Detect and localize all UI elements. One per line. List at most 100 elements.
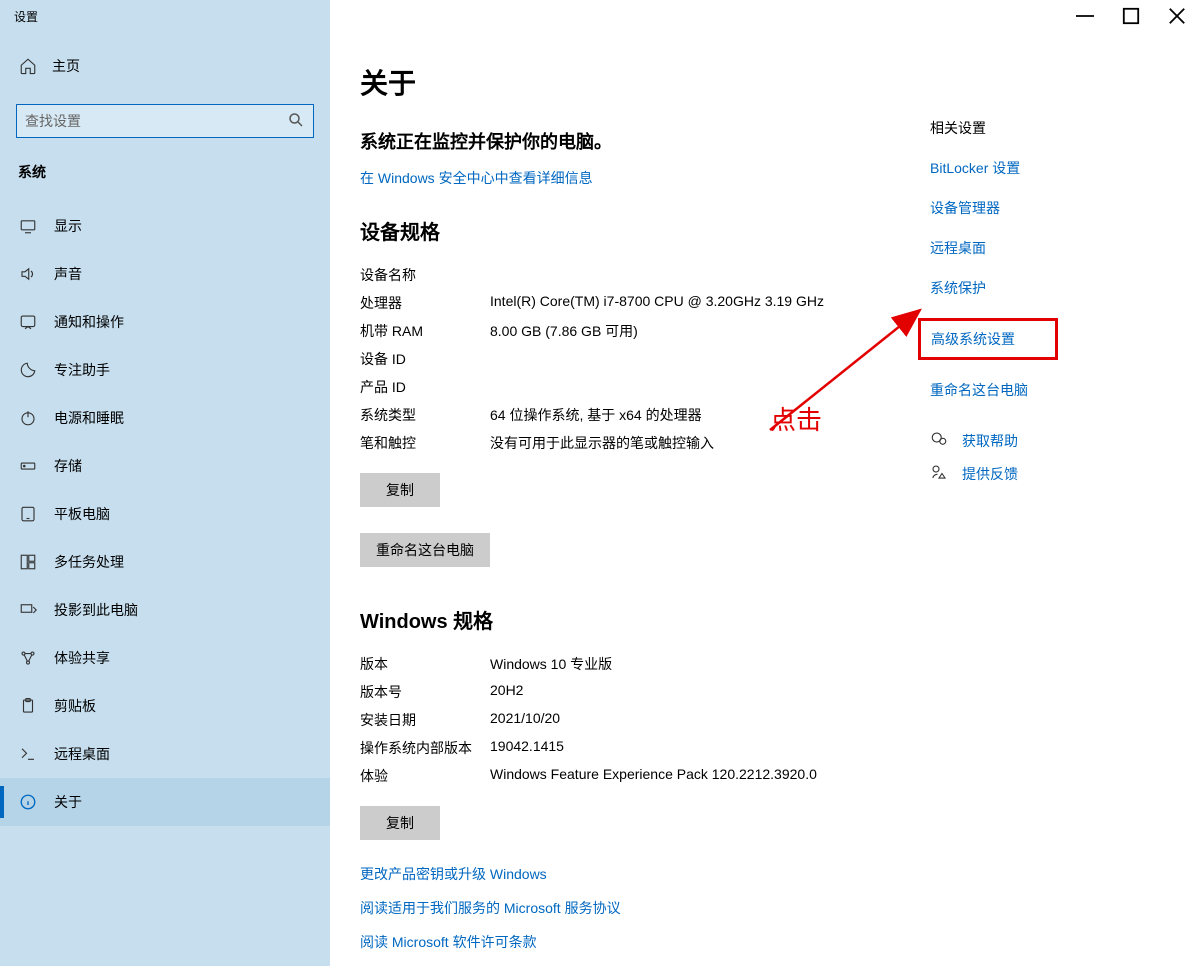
sidebar-item-notifications[interactable]: 通知和操作: [0, 298, 330, 346]
nav-label: 专注助手: [54, 360, 110, 380]
spec-value: 20H2: [490, 682, 910, 702]
nav-label: 平板电脑: [54, 504, 110, 524]
sidebar-section-label: 系统: [0, 156, 330, 192]
search-input[interactable]: [25, 113, 287, 129]
search-box[interactable]: [16, 104, 314, 138]
sidebar: 主页 系统 显示 声音: [0, 32, 330, 966]
minimize-icon: [1076, 7, 1094, 25]
spec-row: 笔和触控没有可用于此显示器的笔或触控输入: [360, 429, 910, 457]
spec-label: 笔和触控: [360, 433, 490, 453]
nav-label: 电源和睡眠: [54, 408, 124, 428]
spec-value: [490, 349, 910, 369]
spec-row: 版本Windows 10 专业版: [360, 650, 910, 678]
nav-label: 声音: [54, 264, 82, 284]
copy-device-spec-button[interactable]: 复制: [360, 473, 440, 507]
related-panel: 相关设置 BitLocker 设置 设备管理器 远程桌面 系统保护 高级系统设置…: [910, 62, 1190, 966]
spec-value: 8.00 GB (7.86 GB 可用): [490, 321, 910, 341]
product-key-link[interactable]: 更改产品密钥或升级 Windows: [360, 864, 910, 884]
spec-row: 产品 ID: [360, 373, 910, 401]
nav-label: 远程桌面: [54, 744, 110, 764]
home-icon: [18, 56, 38, 76]
close-button[interactable]: [1154, 0, 1200, 32]
sidebar-item-tablet[interactable]: 平板电脑: [0, 490, 330, 538]
display-icon: [18, 216, 38, 236]
sidebar-home[interactable]: 主页: [0, 46, 330, 86]
protect-heading: 系统正在监控并保护你的电脑。: [360, 128, 910, 154]
sidebar-item-clipboard[interactable]: 剪贴板: [0, 682, 330, 730]
spec-row: 操作系统内部版本19042.1415: [360, 734, 910, 762]
tablet-icon: [18, 504, 38, 524]
spec-row: 安装日期2021/10/20: [360, 706, 910, 734]
sound-icon: [18, 264, 38, 284]
rename-pc-button[interactable]: 重命名这台电脑: [360, 533, 490, 567]
related-rename-pc[interactable]: 重命名这台电脑: [930, 380, 1190, 400]
nav-label: 存储: [54, 456, 82, 476]
sidebar-item-shared[interactable]: 体验共享: [0, 634, 330, 682]
window-title: 设置: [14, 8, 38, 25]
sidebar-item-about[interactable]: 关于: [0, 778, 330, 826]
related-bitlocker[interactable]: BitLocker 设置: [930, 158, 1190, 178]
focus-icon: [18, 360, 38, 380]
project-icon: [18, 600, 38, 620]
spec-label: 设备名称: [360, 265, 490, 285]
about-icon: [18, 792, 38, 812]
sidebar-item-sound[interactable]: 声音: [0, 250, 330, 298]
spec-label: 机带 RAM: [360, 321, 490, 341]
license-terms-link[interactable]: 阅读 Microsoft 软件许可条款: [360, 932, 910, 952]
spec-label: 安装日期: [360, 710, 490, 730]
spec-value: [490, 377, 910, 397]
remote-icon: [18, 744, 38, 764]
related-advanced-system[interactable]: 高级系统设置: [918, 318, 1058, 360]
sidebar-item-storage[interactable]: 存储: [0, 442, 330, 490]
nav-label: 剪贴板: [54, 696, 96, 716]
copy-windows-spec-button[interactable]: 复制: [360, 806, 440, 840]
annotation-text: 点击: [770, 400, 822, 437]
search-icon: [287, 111, 305, 132]
spec-label: 操作系统内部版本: [360, 738, 490, 758]
clipboard-icon: [18, 696, 38, 716]
spec-label: 产品 ID: [360, 377, 490, 397]
help-icon: [930, 430, 948, 451]
spec-label: 设备 ID: [360, 349, 490, 369]
sidebar-item-multitask[interactable]: 多任务处理: [0, 538, 330, 586]
feedback-link[interactable]: 提供反馈: [962, 464, 1018, 484]
nav-label: 多任务处理: [54, 552, 124, 572]
security-center-link[interactable]: 在 Windows 安全中心中查看详细信息: [360, 168, 910, 188]
spec-row: 体验Windows Feature Experience Pack 120.22…: [360, 762, 910, 790]
page-title: 关于: [360, 62, 910, 102]
multitask-icon: [18, 552, 38, 572]
spec-label: 处理器: [360, 293, 490, 313]
spec-row: 设备 ID: [360, 345, 910, 373]
sidebar-item-focus[interactable]: 专注助手: [0, 346, 330, 394]
spec-value: Windows Feature Experience Pack 120.2212…: [490, 766, 910, 786]
spec-row: 机带 RAM8.00 GB (7.86 GB 可用): [360, 317, 910, 345]
maximize-button[interactable]: [1108, 0, 1154, 32]
nav-label: 关于: [54, 792, 82, 812]
spec-row: 设备名称: [360, 261, 910, 289]
spec-row: 版本号20H2: [360, 678, 910, 706]
sidebar-item-remote[interactable]: 远程桌面: [0, 730, 330, 778]
spec-value: [490, 265, 910, 285]
related-device-manager[interactable]: 设备管理器: [930, 198, 1190, 218]
sidebar-item-power[interactable]: 电源和睡眠: [0, 394, 330, 442]
windows-spec-title: Windows 规格: [360, 605, 910, 634]
spec-value: 没有可用于此显示器的笔或触控输入: [490, 433, 910, 453]
related-title: 相关设置: [930, 118, 1190, 138]
feedback-icon: [930, 463, 948, 484]
related-remote-desktop[interactable]: 远程桌面: [930, 238, 1190, 258]
get-help-link[interactable]: 获取帮助: [962, 431, 1018, 451]
minimize-button[interactable]: [1062, 0, 1108, 32]
spec-value: 19042.1415: [490, 738, 910, 758]
sidebar-item-display[interactable]: 显示: [0, 202, 330, 250]
shared-icon: [18, 648, 38, 668]
device-spec-title: 设备规格: [360, 216, 910, 245]
spec-row: 处理器Intel(R) Core(TM) i7-8700 CPU @ 3.20G…: [360, 289, 910, 317]
titlebar: 设置: [0, 0, 1200, 32]
related-system-protect[interactable]: 系统保护: [930, 278, 1190, 298]
spec-row: 系统类型64 位操作系统, 基于 x64 的处理器: [360, 401, 910, 429]
sidebar-item-project[interactable]: 投影到此电脑: [0, 586, 330, 634]
main-content: 关于 系统正在监控并保护你的电脑。 在 Windows 安全中心中查看详细信息 …: [360, 62, 910, 966]
spec-label: 体验: [360, 766, 490, 786]
spec-value: Intel(R) Core(TM) i7-8700 CPU @ 3.20GHz …: [490, 293, 910, 313]
services-agreement-link[interactable]: 阅读适用于我们服务的 Microsoft 服务协议: [360, 898, 910, 918]
